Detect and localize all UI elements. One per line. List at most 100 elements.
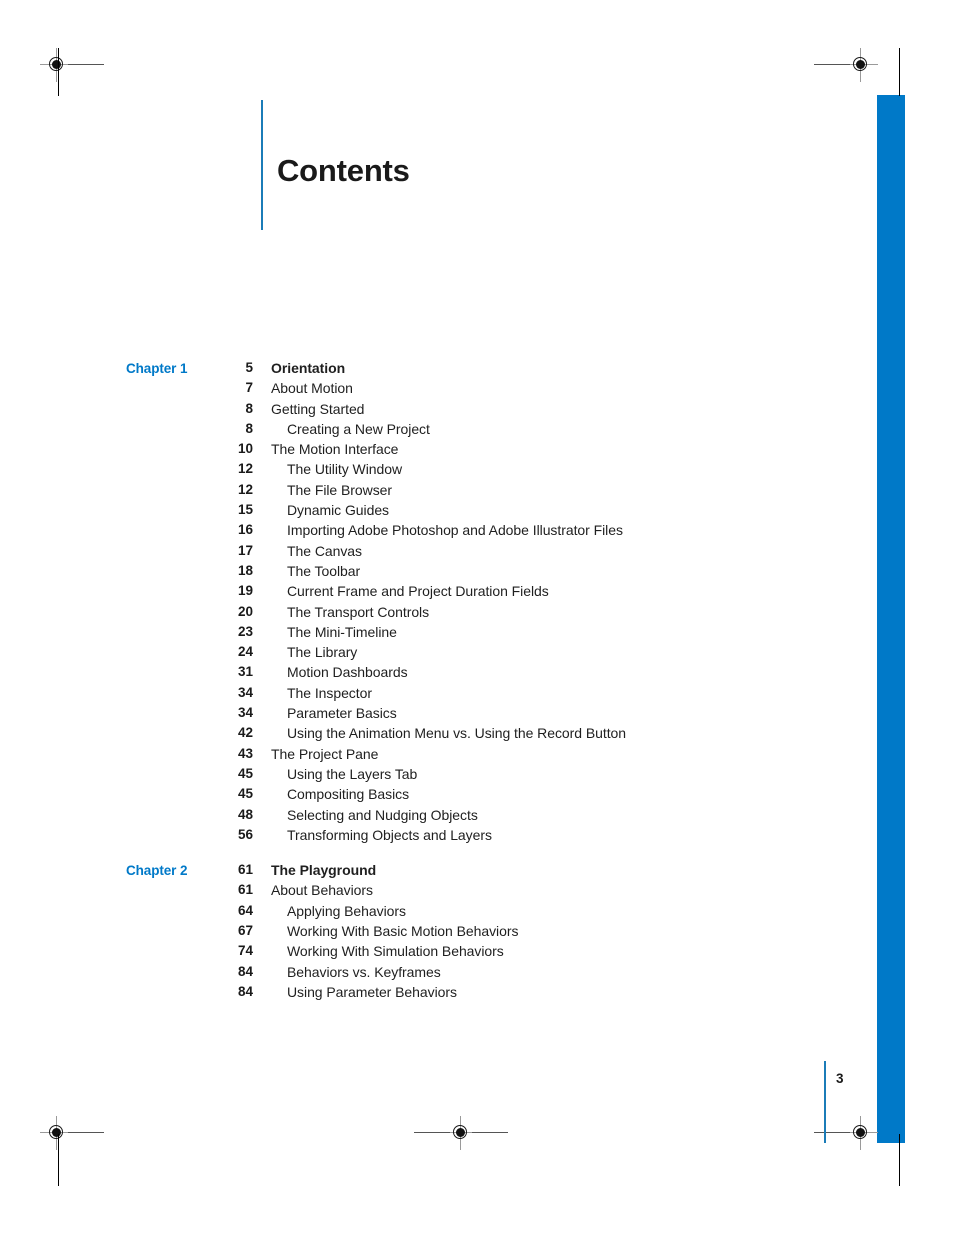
toc-entry-page-number: 34 (237, 705, 253, 721)
toc-entry[interactable]: 64 Applying Behaviors (0, 903, 954, 923)
registration-mark-top-right (814, 48, 878, 82)
toc-entry[interactable]: 84 Behaviors vs. Keyframes (0, 964, 954, 984)
toc-entry[interactable]: 34 Parameter Basics (0, 705, 954, 725)
toc-entry-page-number: 23 (237, 623, 253, 639)
page-title: Contents (277, 153, 410, 188)
toc-entry-title: Transforming Objects and Layers (287, 826, 492, 843)
toc-entry[interactable]: 12 The Utility Window (0, 461, 954, 481)
toc-entry-title: The Canvas (287, 542, 362, 559)
toc-entry-title: Working With Basic Motion Behaviors (287, 923, 519, 940)
toc-entry[interactable]: 16 Importing Adobe Photoshop and Adobe Il… (0, 522, 954, 542)
toc-entry[interactable]: 42 Using the Animation Menu vs. Using the… (0, 725, 954, 745)
toc-entry-page-number: 64 (237, 902, 253, 918)
toc-entry[interactable]: 43 The Project Pane (0, 746, 954, 766)
toc-entry-title: Applying Behaviors (287, 902, 406, 919)
toc-entry-title: Using the Layers Tab (287, 765, 418, 782)
toc-entry-page-number: 18 (237, 562, 253, 578)
toc-entry-page-number: 61 (237, 862, 253, 878)
toc-chapter-group: Chapter 2 61 The Playground 61 About Behavio… (0, 862, 954, 1004)
toc-entry-page-number: 48 (237, 806, 253, 822)
folio-rule (824, 1061, 826, 1143)
toc-entry[interactable]: 7 About Motion (0, 380, 954, 400)
toc-entry[interactable]: 15 Dynamic Guides (0, 502, 954, 522)
toc-entry-page-number: 12 (237, 481, 253, 497)
toc-entry-title: The Transport Controls (287, 603, 430, 620)
toc-entry-page-number: 16 (237, 522, 253, 538)
toc-entry-title: The File Browser (287, 481, 393, 498)
toc-entry[interactable]: 67 Working With Basic Motion Behaviors (0, 923, 954, 943)
toc-entry-title: Working With Simulation Behaviors (287, 943, 504, 960)
toc-entry-page-number: 19 (237, 583, 253, 599)
toc-entry-title: Using Parameter Behaviors (287, 983, 457, 1000)
document-page: Contents Chapter 1 5 Orientation 7 About Mot… (0, 0, 954, 1235)
toc-entry-page-number: 84 (237, 963, 253, 979)
toc-entry-page-number: 67 (237, 923, 253, 939)
toc-entry-title: About Behaviors (271, 882, 373, 899)
toc-entry-page-number: 12 (237, 461, 253, 477)
toc-entry-page-number: 31 (237, 664, 253, 680)
toc-entry[interactable]: Chapter 2 61 The Playground (0, 862, 954, 882)
table-of-contents: Chapter 1 5 Orientation 7 About Motion 8 Getti… (0, 360, 954, 1004)
trim-line-bottom-right (899, 1134, 901, 1186)
toc-entry-page-number: 7 (245, 380, 253, 396)
toc-entry-title: Behaviors vs. Keyframes (287, 963, 441, 980)
registration-mark-bottom-left (40, 1116, 104, 1150)
toc-entry[interactable]: 61 About Behaviors (0, 882, 954, 902)
toc-entry-page-number: 43 (237, 745, 253, 761)
registration-mark-top-left (40, 48, 104, 82)
toc-entry[interactable]: 20 The Transport Controls (0, 604, 954, 624)
toc-entry[interactable]: 8 Creating a New Project (0, 421, 954, 441)
toc-entry-title: Selecting and Nudging Objects (287, 806, 478, 823)
toc-entry[interactable]: 10 The Motion Interface (0, 441, 954, 461)
toc-entry-title: Using the Animation Menu vs. Using the R… (287, 725, 627, 742)
toc-entry[interactable]: 24 The Library (0, 644, 954, 664)
toc-entry-title: Creating a New Project (287, 420, 430, 437)
toc-entry[interactable]: 18 The Toolbar (0, 563, 954, 583)
toc-entry-page-number: 15 (237, 502, 253, 518)
chapter-label: Chapter 2 (126, 862, 188, 878)
toc-entry[interactable]: Chapter 1 5 Orientation (0, 360, 954, 380)
toc-chapter-group: Chapter 1 5 Orientation 7 About Motion 8 Getti… (0, 360, 954, 847)
toc-entry[interactable]: 17 The Canvas (0, 543, 954, 563)
toc-entry[interactable]: 19 Current Frame and Project Duration Fie… (0, 583, 954, 603)
toc-entry[interactable]: 56 Transforming Objects and Layers (0, 827, 954, 847)
toc-entry[interactable]: 48 Selecting and Nudging Objects (0, 807, 954, 827)
toc-entry-title: Getting Started (271, 400, 365, 417)
toc-entry[interactable]: 12 The File Browser (0, 482, 954, 502)
toc-entry-title: The Utility Window (287, 461, 403, 478)
toc-entry-page-number: 8 (245, 400, 253, 416)
toc-entry-page-number: 34 (237, 684, 253, 700)
toc-entry-title: Orientation (271, 360, 346, 376)
toc-entry-page-number: 8 (245, 420, 253, 436)
toc-entry-page-number: 84 (237, 983, 253, 999)
page-number: 3 (836, 1071, 844, 1086)
toc-entry[interactable]: 23 The Mini-Timeline (0, 624, 954, 644)
toc-entry-title: Current Frame and Project Duration Field… (287, 583, 549, 600)
toc-entry[interactable]: 34 The Inspector (0, 685, 954, 705)
toc-entry-title: Compositing Basics (287, 786, 410, 803)
toc-entry-page-number: 20 (237, 603, 253, 619)
toc-entry-title: The Project Pane (271, 745, 379, 762)
toc-entry[interactable]: 45 Compositing Basics (0, 786, 954, 806)
toc-entry-title: Dynamic Guides (287, 502, 390, 519)
trim-line-top-left (58, 48, 60, 96)
toc-entry-page-number: 24 (237, 644, 253, 660)
toc-entry-title: The Mini-Timeline (287, 623, 397, 640)
toc-entry-page-number: 17 (237, 542, 253, 558)
toc-entry[interactable]: 74 Working With Simulation Behaviors (0, 943, 954, 963)
toc-entry-title: About Motion (271, 380, 353, 397)
toc-entry[interactable]: 8 Getting Started (0, 401, 954, 421)
toc-group-spacer (0, 847, 954, 862)
toc-entry-page-number: 42 (237, 725, 253, 741)
toc-entry[interactable]: 45 Using the Layers Tab (0, 766, 954, 786)
registration-mark-bottom-right (814, 1116, 878, 1150)
toc-entry-page-number: 45 (237, 786, 253, 802)
toc-entry-title: Motion Dashboards (287, 664, 408, 681)
chapter-label: Chapter 1 (126, 360, 188, 376)
toc-entry-title: The Library (287, 644, 358, 661)
toc-entry[interactable]: 31 Motion Dashboards (0, 664, 954, 684)
toc-entry-title: Importing Adobe Photoshop and Adobe Illu… (287, 522, 623, 539)
toc-entry[interactable]: 84 Using Parameter Behaviors (0, 984, 954, 1004)
toc-entry-page-number: 5 (245, 360, 253, 375)
toc-entry-page-number: 45 (237, 765, 253, 781)
